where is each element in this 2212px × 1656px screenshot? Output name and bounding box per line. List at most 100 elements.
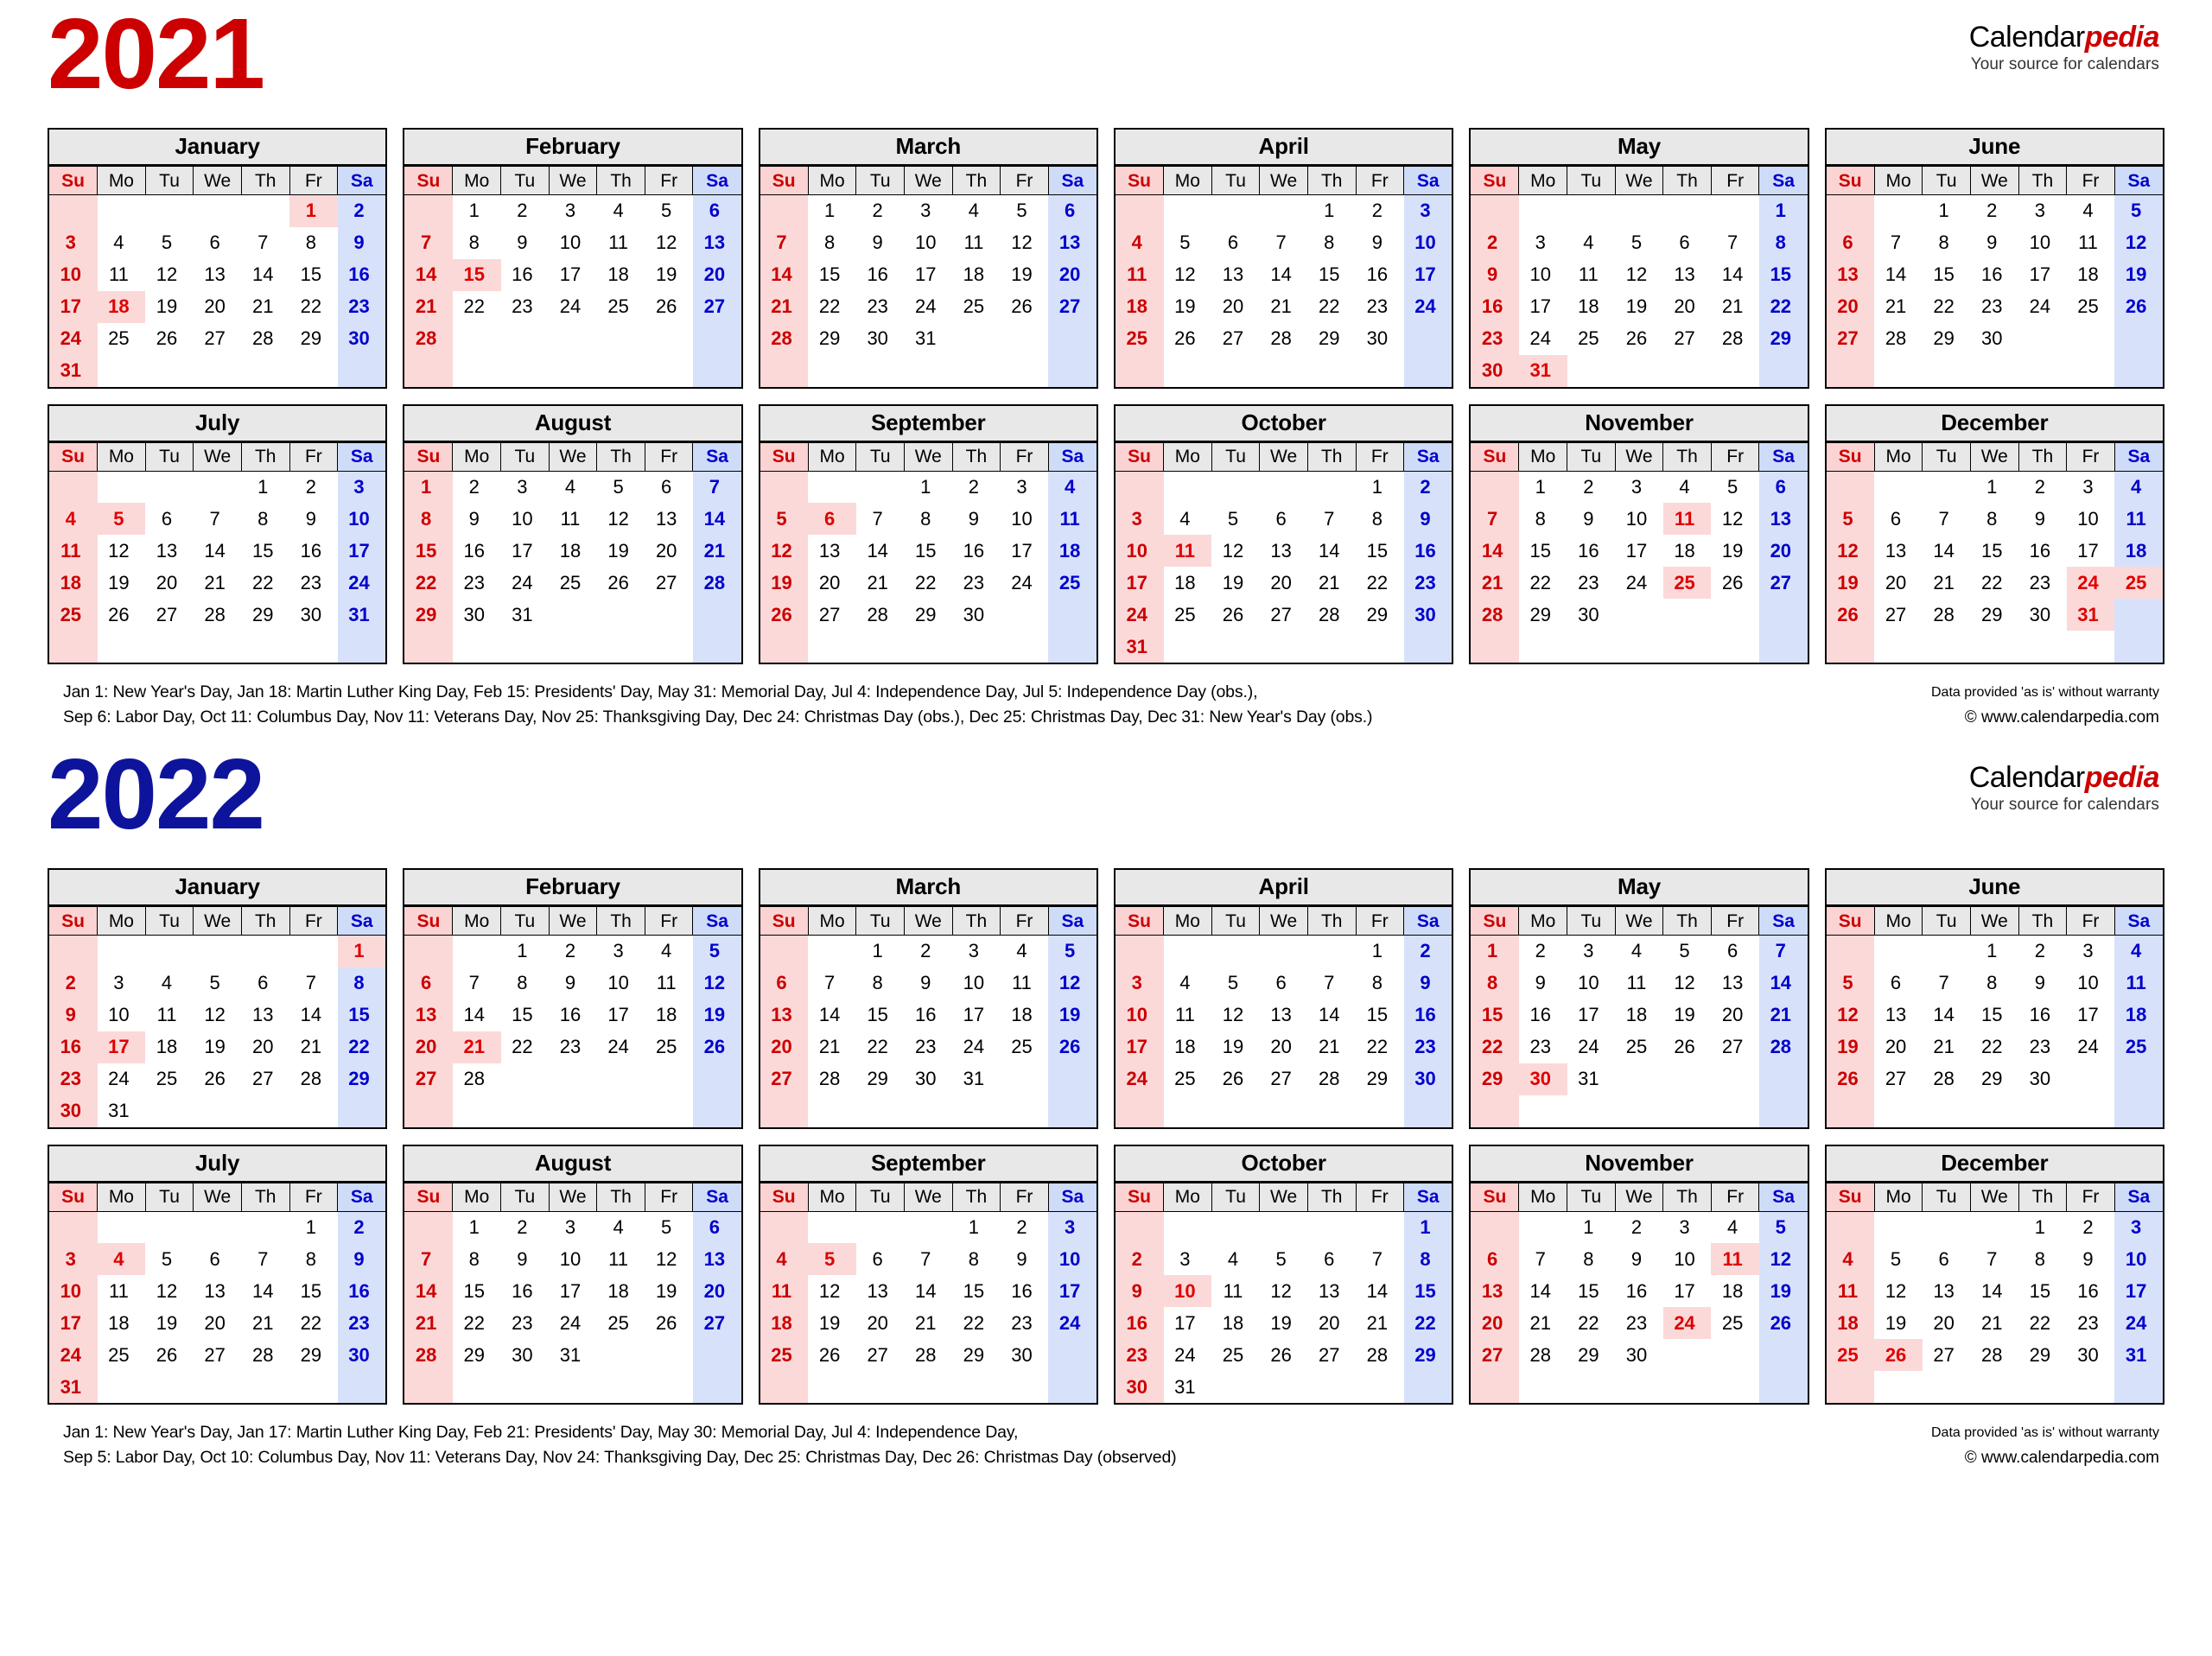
weekday-tu: Tu — [1211, 441, 1261, 472]
day-cell: 12 — [1211, 999, 1260, 1031]
weekday-th: Th — [1306, 441, 1357, 472]
day-cell-empty — [1000, 1063, 1049, 1095]
day-cell-empty — [1163, 935, 1212, 968]
day-cell: 11 — [596, 226, 645, 259]
day-cell: 24 — [1403, 290, 1452, 323]
week-row — [1115, 354, 1452, 387]
day-cell-empty — [1307, 1371, 1357, 1403]
month-name: June — [1826, 130, 2163, 166]
week-row: 8 9 10 11 12 13 14 — [404, 503, 741, 535]
day-cell: 12 — [1048, 967, 1096, 999]
day-cell-empty — [1826, 354, 1875, 387]
day-cell: 18 — [1826, 1307, 1875, 1339]
day-cell: 22 — [452, 290, 501, 323]
weekday-we: We — [1969, 1182, 2019, 1212]
weekday-su: Su — [1471, 1182, 1520, 1212]
day-cell: 18 — [549, 535, 597, 567]
weekday-th: Th — [596, 441, 645, 472]
day-cell: 2 — [452, 471, 501, 503]
day-cell: 8 — [2018, 1243, 2067, 1275]
day-cell: 17 — [1403, 258, 1452, 291]
day-cell-empty — [1758, 1339, 1808, 1371]
day-cell-empty — [145, 1371, 194, 1403]
weekday-su: Su — [49, 1182, 99, 1212]
holiday-legend-line: Sep 6: Labor Day, Oct 11: Columbus Day, … — [63, 707, 1373, 726]
day-cell: 15 — [952, 1275, 1001, 1307]
day-cell: 18 — [1662, 535, 1712, 567]
day-cell: 30 — [337, 322, 386, 355]
day-cell: 23 — [2018, 567, 2067, 599]
day-cell: 13 — [145, 535, 194, 567]
brand-name-pedia: pedia — [2084, 761, 2160, 794]
day-cell-empty — [337, 354, 386, 387]
day-cell-empty — [1259, 935, 1308, 968]
day-cell-empty — [97, 935, 146, 968]
day-cell-empty — [1356, 354, 1404, 387]
day-cell: 3 — [549, 194, 597, 227]
month-grid: Su Mo Tu We Th Fr Sa 1 2 3 4 5 6 7 8 9 10 11 12 13 14 15 16 17 1… — [1826, 166, 2163, 387]
months-row-2: July Su Mo Tu We Th Fr Sa 1 2 3 4 5 6 7 8 9 10 11 12 13 14 15 1… — [48, 1144, 2164, 1405]
day-cell: 27 — [1259, 599, 1308, 631]
day-cell-empty — [241, 1211, 290, 1243]
weekday-we: We — [1969, 166, 2019, 195]
day-cell: 14 — [241, 1275, 290, 1307]
day-cell: 22 — [1567, 1307, 1616, 1339]
day-cell: 23 — [1615, 1307, 1663, 1339]
day-cell: 1 — [904, 471, 953, 503]
day-cell: 16 — [1471, 290, 1519, 323]
day-cell: 2 — [1518, 935, 1567, 968]
day-cell: 21 — [1259, 290, 1308, 323]
day-cell: 22 — [452, 1307, 501, 1339]
weekday-header-row: Su Mo Tu We Th Fr Sa — [1471, 441, 1808, 472]
day-cell: 21 — [1711, 290, 1759, 323]
week-row: 12 13 14 15 16 17 18 — [760, 535, 1096, 567]
day-cell-empty — [49, 471, 98, 503]
day-cell-empty — [193, 354, 242, 387]
day-cell: 14 — [1307, 999, 1357, 1031]
week-row: 1234567 — [1471, 935, 1808, 968]
day-cell: 24 — [49, 322, 98, 355]
day-cell-empty — [2114, 1371, 2163, 1403]
week-row: 19 20 21 22 23 24 25 — [1826, 567, 2163, 599]
weekday-th: Th — [596, 166, 645, 195]
week-row: 12345 — [404, 935, 741, 968]
day-cell: 28 — [193, 599, 242, 631]
day-cell: 18 — [1115, 290, 1164, 323]
brand-tagline: Your source for calendars — [1970, 55, 2159, 73]
day-cell: 24 — [549, 290, 597, 323]
day-cell: 29 — [1567, 1339, 1616, 1371]
day-cell: 29 — [1356, 599, 1404, 631]
day-cell: 10 — [2114, 1243, 2163, 1275]
day-cell: 10 — [1615, 503, 1663, 535]
day-cell: 25 — [549, 567, 597, 599]
month-july: July Su Mo Tu We Th Fr Sa 1 2 3 4 5 6 7 8 9 10 11 12 13 14 15 1… — [48, 403, 388, 664]
day-cell: 15 — [1356, 999, 1404, 1031]
weekday-tu: Tu — [1567, 166, 1616, 195]
day-cell: 11 — [596, 1243, 645, 1275]
day-cell: 14 — [1471, 535, 1519, 567]
day-cell: 26 — [1826, 599, 1875, 631]
day-cell: 3 — [1048, 1211, 1096, 1243]
day-cell: 26 — [1874, 1339, 1923, 1371]
week-row: 12 — [1115, 935, 1452, 968]
day-cell: 10 — [952, 967, 1001, 999]
day-cell-empty — [241, 1371, 290, 1403]
day-cell: 22 — [1970, 1031, 2019, 1063]
day-cell: 7 — [1922, 503, 1971, 535]
day-cell: 12 — [1163, 258, 1212, 291]
day-cell: 9 — [2018, 503, 2067, 535]
day-cell: 17 — [2066, 999, 2115, 1031]
day-cell: 27 — [692, 1307, 741, 1339]
day-cell: 2 — [500, 1211, 550, 1243]
day-cell: 14 — [1307, 535, 1357, 567]
day-cell-empty — [855, 1094, 905, 1127]
weekday-tu: Tu — [144, 166, 194, 195]
day-cell-empty — [1758, 1063, 1808, 1095]
day-cell: 6 — [760, 967, 809, 999]
day-cell-empty — [97, 194, 146, 227]
month-name: April — [1115, 870, 1452, 906]
day-cell: 8 — [855, 967, 905, 999]
day-cell: 2 — [500, 194, 550, 227]
weekday-th: Th — [1306, 906, 1357, 936]
week-row: 11 12 13 14 15 16 17 — [760, 1275, 1096, 1307]
